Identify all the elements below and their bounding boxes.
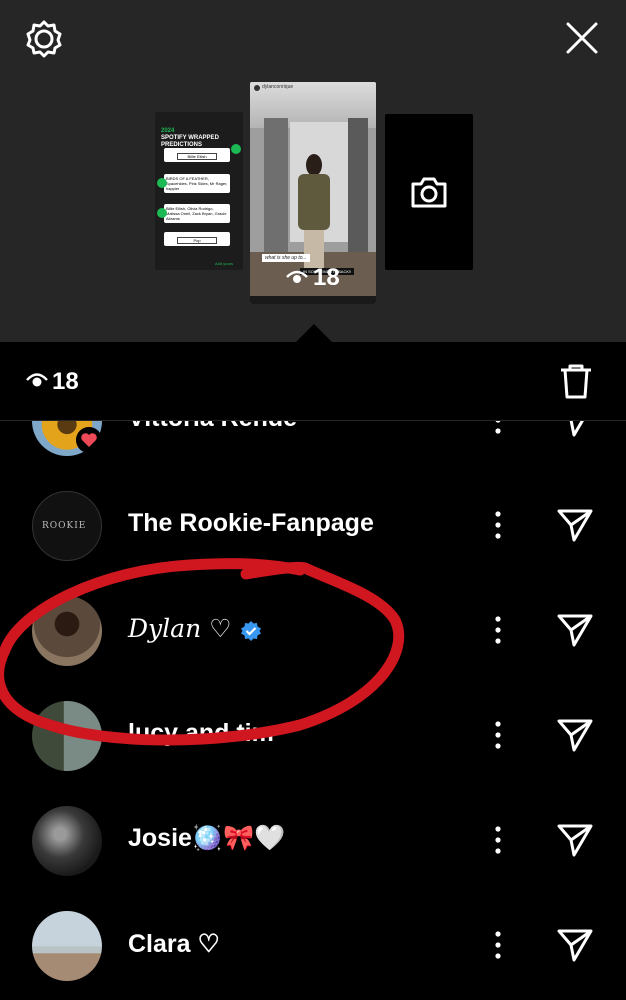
prediction-card: Billie Eilish, Olivia Rodrigo, Malissa O…: [164, 204, 230, 223]
avatar[interactable]: [32, 911, 102, 981]
viewer-name[interactable]: Vittoria Rende: [128, 421, 297, 433]
viewer-row[interactable]: Clara ♡: [0, 893, 626, 998]
viewer-name[interactable]: The Rookie-Fanpage: [128, 509, 374, 538]
spotify-icon: [157, 208, 167, 218]
story-caption: what is she up to...: [262, 254, 310, 262]
photo-person-head: [306, 154, 322, 176]
avatar[interactable]: [32, 806, 102, 876]
selected-indicator: [296, 324, 332, 342]
send-icon[interactable]: [556, 822, 594, 858]
story-author-avatar: [254, 85, 260, 91]
spotify-icon: [231, 144, 241, 154]
story-thumbnail-previous[interactable]: 2024 SPOTIFY WRAPPED PREDICTIONS Billie E…: [155, 112, 243, 270]
eye-icon: [26, 373, 48, 387]
avatar-text: ROOKIE: [42, 521, 87, 531]
add-yours-label: Add yours: [215, 261, 234, 266]
more-options-icon[interactable]: [488, 824, 508, 856]
send-icon[interactable]: [556, 927, 594, 963]
prediction-card: Billie Eilish: [164, 148, 230, 162]
eye-icon: [286, 270, 308, 283]
photo-person-body: [298, 174, 330, 230]
camera-icon: [411, 177, 447, 208]
viewer-row[interactable]: Vittoria Rende: [0, 421, 626, 473]
more-options-icon[interactable]: [488, 614, 508, 646]
more-options-icon[interactable]: [488, 421, 508, 436]
more-options-icon[interactable]: [488, 509, 508, 541]
viewer-name[interactable]: Josie🪩🎀🤍: [128, 824, 285, 853]
story-view-count: 18: [313, 264, 340, 291]
send-icon[interactable]: [556, 421, 594, 438]
story-preview-area: 2024 SPOTIFY WRAPPED PREDICTIONS Billie E…: [0, 0, 626, 342]
prediction-card: BIRDS OF A FEATHER, Spacehkies, Pink Ski…: [164, 174, 230, 193]
gear-icon[interactable]: [24, 18, 64, 58]
story-author-name: dylanconrique: [262, 84, 294, 90]
more-options-icon[interactable]: [488, 929, 508, 961]
viewer-count: 18: [52, 368, 79, 395]
trash-icon[interactable]: [558, 362, 594, 400]
heart-icon: [76, 427, 102, 453]
send-icon[interactable]: [556, 612, 594, 648]
send-icon[interactable]: [556, 717, 594, 753]
close-icon[interactable]: [562, 18, 602, 58]
more-options-icon[interactable]: [488, 719, 508, 751]
viewer-row[interactable]: Josie🪩🎀🤍: [0, 788, 626, 893]
prediction-card: Pop: [164, 232, 230, 246]
send-icon[interactable]: [556, 507, 594, 543]
viewers-bar: 18: [0, 342, 626, 421]
red-circle-annotation: [0, 558, 405, 746]
spotify-icon: [157, 178, 167, 188]
story-reply-strip: [250, 296, 376, 304]
add-story-tile[interactable]: [385, 114, 473, 270]
viewer-name[interactable]: Clara ♡: [128, 929, 220, 959]
